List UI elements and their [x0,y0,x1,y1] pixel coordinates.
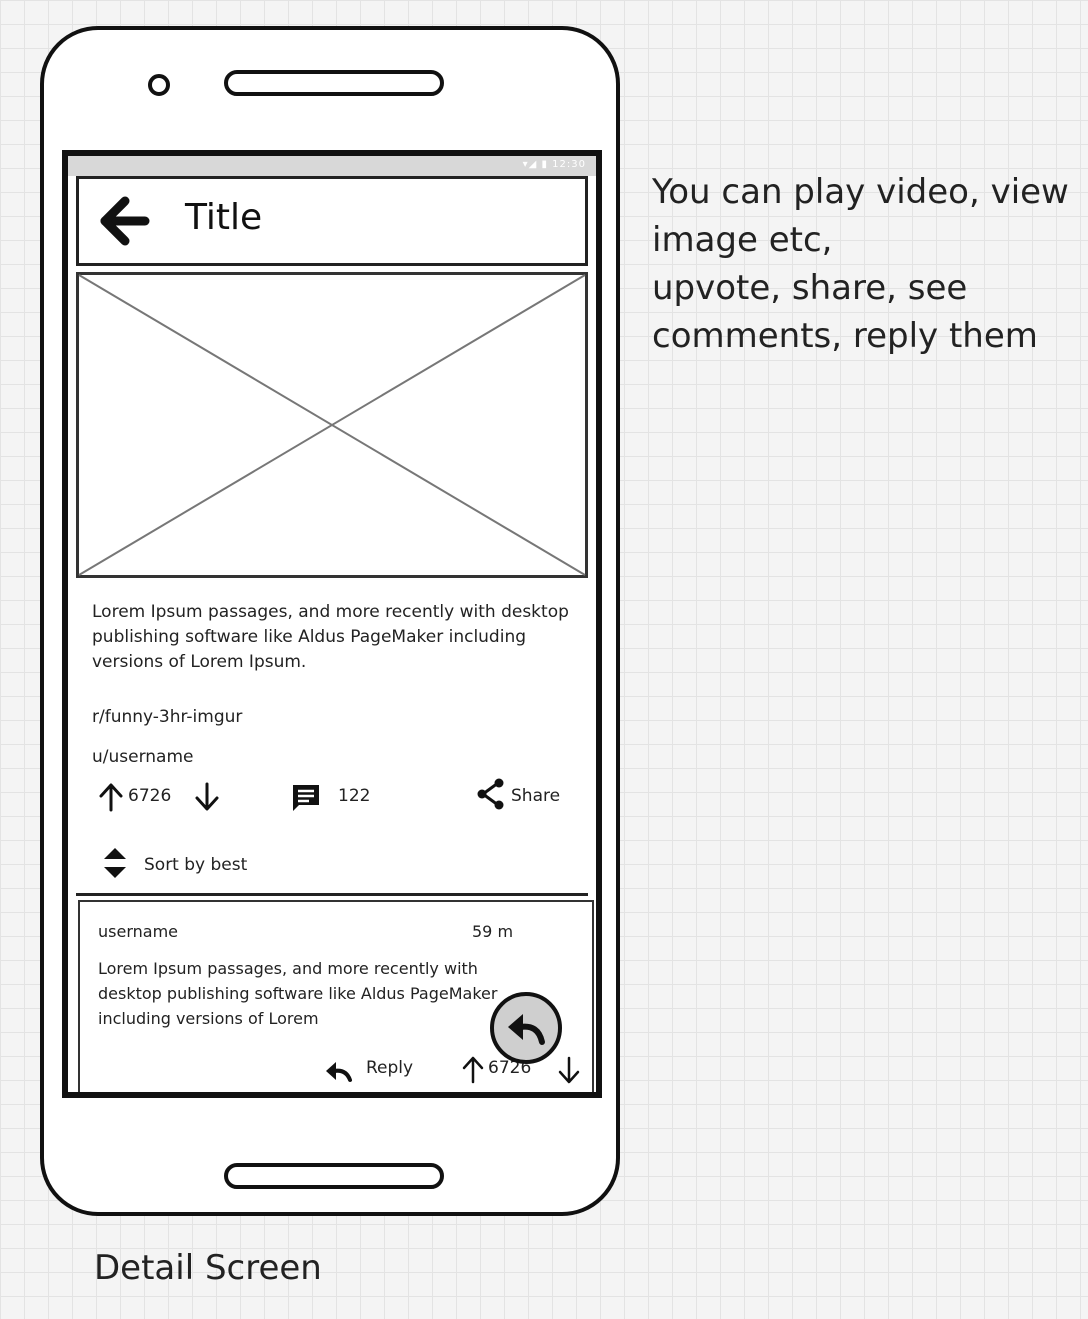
annotation-line-2: image etc, [652,220,833,260]
reply-button[interactable]: Reply [366,1058,413,1078]
subreddit-link[interactable]: r/funny-3hr-imgur [92,707,242,727]
share-button[interactable]: Share [511,786,560,806]
sort-icon[interactable] [102,846,128,880]
image-placeholder-icon [78,274,586,576]
comment-username[interactable]: username [98,922,178,941]
speaker-bottom [224,1163,444,1189]
media-placeholder[interactable] [76,272,588,578]
share-icon[interactable] [476,778,506,810]
comment-downvote-icon[interactable] [558,1056,582,1084]
arrow-left-icon[interactable] [97,193,157,249]
annotation-line-4: comments, reply them [652,316,1038,356]
page-title: Title [185,197,263,238]
status-bar: ▾◢ ▮ 12:30 [68,156,596,176]
sort-label[interactable]: Sort by best [144,855,247,875]
upvote-icon[interactable] [98,782,128,812]
camera-icon [148,74,170,96]
comment-upvote-icon[interactable] [462,1056,486,1084]
comment-count: 122 [338,786,371,806]
reply-icon [508,1014,545,1045]
app-bar: Title [76,176,588,266]
downvote-icon[interactable] [194,782,224,812]
reply-fab[interactable] [490,992,562,1064]
reply-small-icon[interactable] [324,1060,354,1084]
annotation-line-1: You can play video, view [652,172,1069,212]
annotation-line-3: upvote, share, see [652,268,968,308]
username-link[interactable]: u/username [92,747,194,767]
upvote-count: 6726 [128,786,172,806]
comment-text: Lorem Ipsum passages, and more recently … [98,959,498,1028]
speaker-top [224,70,444,96]
post-description: Lorem Ipsum passages, and more recently … [92,602,569,672]
annotation-note: You can play video, view image etc, upvo… [652,168,1082,360]
screen-caption: Detail Screen [94,1248,322,1288]
comment-icon[interactable] [290,782,324,814]
comment-time: 59 m [472,922,514,941]
status-bar-text: ▾◢ ▮ 12:30 [522,159,586,170]
phone-screen: ▾◢ ▮ 12:30 Title Lorem Ipsum passages, a… [62,150,602,1098]
